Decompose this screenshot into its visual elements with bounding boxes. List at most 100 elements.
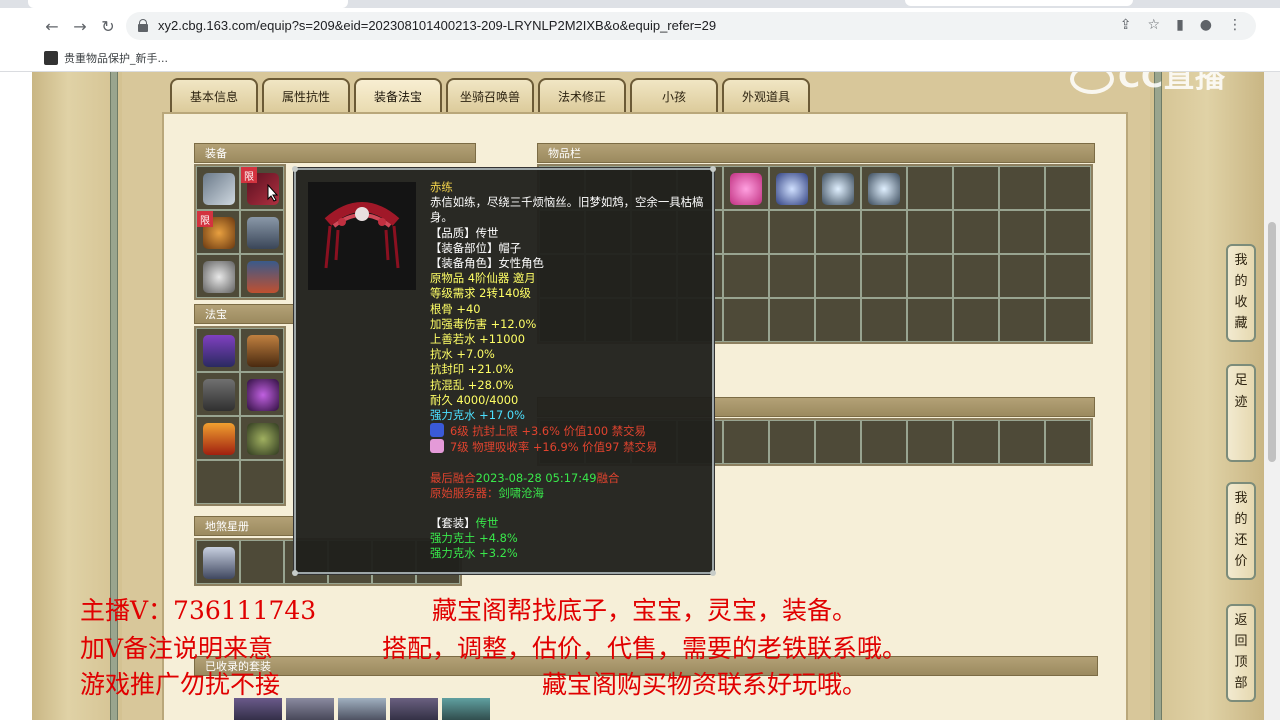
item-slot[interactable] xyxy=(815,166,861,210)
storage-slot[interactable] xyxy=(999,420,1045,464)
bookmark-icon xyxy=(44,51,58,65)
item-slot[interactable] xyxy=(815,210,861,254)
fabao-slot[interactable] xyxy=(240,328,284,372)
footprint-button[interactable]: 足迹 xyxy=(1226,364,1256,462)
item-slot[interactable] xyxy=(953,254,999,298)
overlay-line2-left: 加V备注说明来意 xyxy=(80,634,274,663)
item-slot[interactable] xyxy=(861,254,907,298)
set-icon[interactable] xyxy=(338,698,386,720)
stat-line: 【装备部位】帽子 xyxy=(430,240,522,255)
item-slot[interactable] xyxy=(953,166,999,210)
fabao-slot[interactable] xyxy=(240,416,284,460)
item-slot[interactable] xyxy=(723,298,769,342)
item-slot[interactable] xyxy=(907,254,953,298)
equip-slot[interactable] xyxy=(240,210,284,254)
xingce-slot[interactable] xyxy=(240,540,284,584)
tab-spell-mods[interactable]: 法术修正 xyxy=(538,78,626,112)
tab-attributes[interactable]: 属性抗性 xyxy=(262,78,350,112)
item-slot[interactable] xyxy=(999,210,1045,254)
item-slot[interactable] xyxy=(815,254,861,298)
storage-slot[interactable] xyxy=(907,420,953,464)
equip-slot[interactable] xyxy=(196,166,240,210)
item-slot[interactable] xyxy=(907,210,953,254)
item-slot[interactable] xyxy=(723,166,769,210)
bookmark-item[interactable]: 贵重物品保护_新手... xyxy=(44,50,168,66)
item-slot[interactable] xyxy=(999,298,1045,342)
back-icon[interactable]: ← xyxy=(40,14,64,38)
item-slot[interactable] xyxy=(861,210,907,254)
browser-tab-active[interactable] xyxy=(28,0,348,8)
item-slot[interactable] xyxy=(1045,298,1091,342)
item-slot[interactable] xyxy=(723,210,769,254)
scrollbar-thumb[interactable] xyxy=(1268,222,1276,462)
fabao-slot[interactable] xyxy=(196,372,240,416)
limit-badge: 限 xyxy=(241,167,257,183)
storage-slot[interactable] xyxy=(769,420,815,464)
fusion-time: 最后融合2023-08-28 05:17:49融合 xyxy=(430,470,620,485)
share-icon[interactable]: ⇪ xyxy=(1120,17,1132,33)
item-slot[interactable] xyxy=(861,166,907,210)
reload-icon[interactable]: ↻ xyxy=(96,14,120,38)
item-slot[interactable] xyxy=(1045,166,1091,210)
profile-icon[interactable]: ● xyxy=(1200,17,1212,33)
item-slot[interactable] xyxy=(769,254,815,298)
gem-icon xyxy=(430,439,444,454)
url-text[interactable]: xy2.cbg.163.com/equip?s=209&eid=20230810… xyxy=(158,18,716,33)
item-name: 赤练 xyxy=(430,180,453,194)
overlay-line2-right: 搭配，调整，估价，代售，需要的老铁联系哦。 xyxy=(382,634,908,663)
item-slot[interactable] xyxy=(907,166,953,210)
storage-slot[interactable] xyxy=(723,420,769,464)
item-slot[interactable] xyxy=(953,210,999,254)
equip-slot[interactable] xyxy=(240,254,284,298)
equipment-header: 装备 xyxy=(194,143,476,163)
back-to-top-button[interactable]: 返回顶部 xyxy=(1226,604,1256,702)
tab-equipment[interactable]: 装备法宝 xyxy=(354,78,442,112)
storage-slot[interactable] xyxy=(861,420,907,464)
browser-tab[interactable] xyxy=(905,0,1133,6)
item-slot[interactable] xyxy=(723,254,769,298)
set-icon[interactable] xyxy=(286,698,334,720)
fabao-slot[interactable] xyxy=(196,416,240,460)
menu-icon[interactable]: ⋮ xyxy=(1228,17,1242,33)
item-slot[interactable] xyxy=(953,298,999,342)
fabao-slot[interactable] xyxy=(240,460,284,504)
star-icon[interactable]: ☆ xyxy=(1148,17,1161,33)
tab-mounts-pets[interactable]: 坐骑召唤兽 xyxy=(446,78,534,112)
item-slot[interactable] xyxy=(1045,210,1091,254)
items-header: 物品栏 xyxy=(537,143,1095,163)
page-scrollbar[interactable] xyxy=(1264,72,1280,720)
item-slot[interactable] xyxy=(769,166,815,210)
watermark-logo: CC直播 xyxy=(1070,72,1226,96)
item-slot[interactable] xyxy=(1045,254,1091,298)
sidebar-icon[interactable]: ▮ xyxy=(1176,17,1184,33)
storage-slot[interactable] xyxy=(953,420,999,464)
tab-child[interactable]: 小孩 xyxy=(630,78,718,112)
item-slot[interactable] xyxy=(815,298,861,342)
tab-appearance[interactable]: 外观道具 xyxy=(722,78,810,112)
lock-icon[interactable] xyxy=(138,19,148,32)
set-icon[interactable] xyxy=(390,698,438,720)
item-slot[interactable] xyxy=(999,254,1045,298)
fabao-slot[interactable] xyxy=(240,372,284,416)
my-counteroffer-button[interactable]: 我的还价 xyxy=(1226,482,1256,580)
my-favorites-button[interactable]: 我的收藏 xyxy=(1226,244,1256,342)
xingce-slot[interactable] xyxy=(196,540,240,584)
set-icon[interactable] xyxy=(234,698,282,720)
storage-slot[interactable] xyxy=(1045,420,1091,464)
forward-icon[interactable]: → xyxy=(68,14,92,38)
item-slot[interactable] xyxy=(769,298,815,342)
item-slot[interactable] xyxy=(861,298,907,342)
item-slot[interactable] xyxy=(769,210,815,254)
fabao-slot[interactable] xyxy=(196,460,240,504)
stat-line: 抗混乱 +28.0% xyxy=(430,377,514,392)
tab-basic-info[interactable]: 基本信息 xyxy=(170,78,258,112)
equip-slot[interactable]: 限 xyxy=(196,210,240,254)
item-slot[interactable] xyxy=(999,166,1045,210)
address-bar[interactable]: xy2.cbg.163.com/equip?s=209&eid=20230810… xyxy=(126,12,1256,40)
storage-slot[interactable] xyxy=(815,420,861,464)
item-slot[interactable] xyxy=(907,298,953,342)
set-icon[interactable] xyxy=(442,698,490,720)
equip-slot[interactable] xyxy=(196,254,240,298)
overlay-line3-right: 藏宝阁购买物资联系好玩哦。 xyxy=(542,670,868,699)
fabao-slot[interactable] xyxy=(196,328,240,372)
